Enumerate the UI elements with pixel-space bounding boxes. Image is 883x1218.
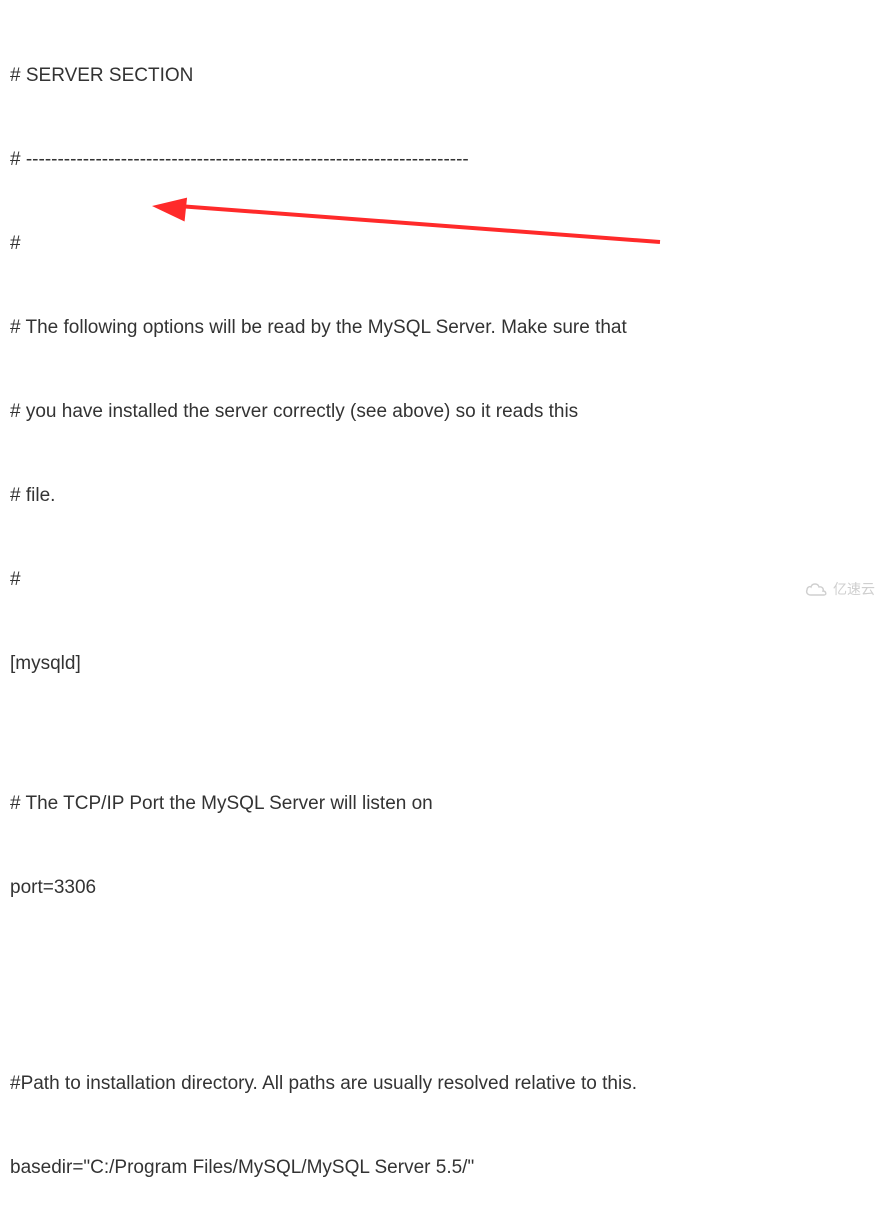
config-line: # SERVER SECTION [10,62,873,90]
config-line-mysqld: [mysqld] [10,650,873,678]
config-line: # you have installed the server correctl… [10,398,873,426]
watermark-text: 亿速云 [833,575,875,603]
config-line: #Path to installation directory. All pat… [10,1070,873,1098]
config-line: # [10,566,873,594]
watermark: 亿速云 [805,575,875,603]
config-line: # [10,230,873,258]
config-line: # file. [10,482,873,510]
config-file-content: # SERVER SECTION # ---------------------… [0,0,883,1218]
cloud-icon [805,581,829,597]
config-line: # The TCP/IP Port the MySQL Server will … [10,790,873,818]
config-line: port=3306 [10,874,873,902]
config-line: # --------------------------------------… [10,146,873,174]
config-line: basedir="C:/Program Files/MySQL/MySQL Se… [10,1154,873,1182]
config-line: # The following options will be read by … [10,314,873,342]
